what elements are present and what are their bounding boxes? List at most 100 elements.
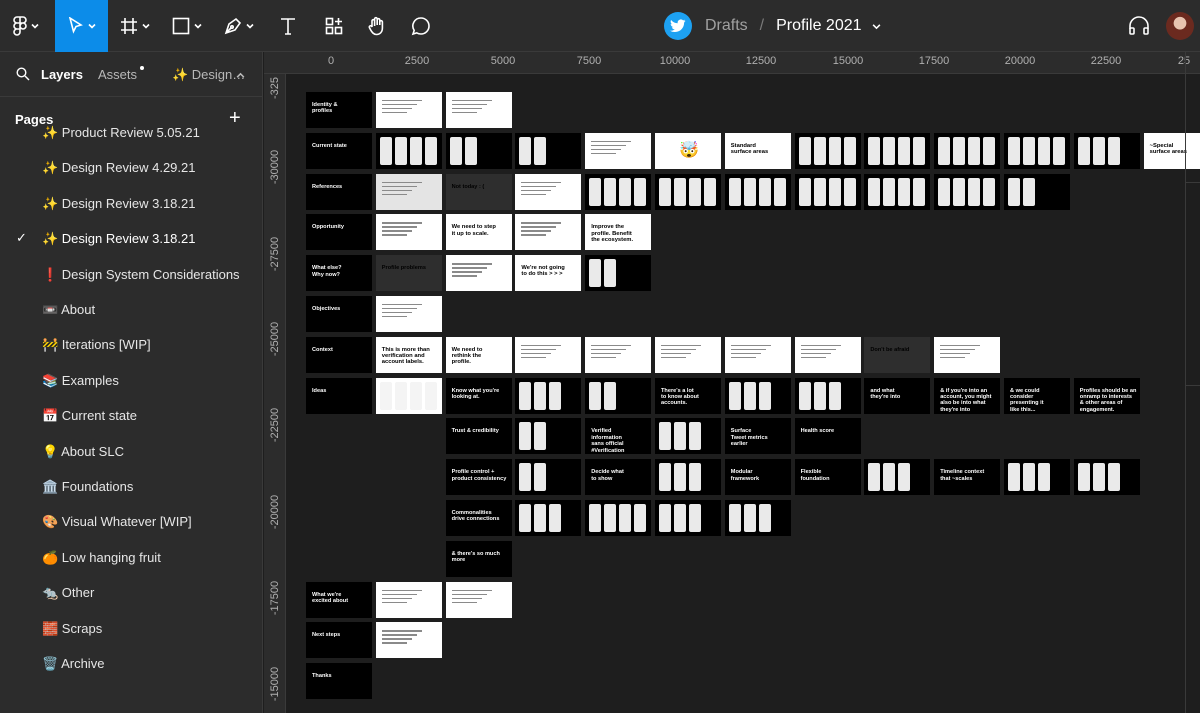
slide-frame[interactable]: We're not going to do this > > > xyxy=(515,255,582,292)
tab-layers[interactable]: Layers xyxy=(41,67,83,82)
move-tool-button[interactable] xyxy=(55,0,108,52)
slide-frame[interactable] xyxy=(794,173,861,210)
slide-frame[interactable] xyxy=(864,173,931,210)
slide-frame[interactable] xyxy=(375,377,442,414)
slide-frame[interactable] xyxy=(375,173,442,210)
slide-frame[interactable] xyxy=(1004,173,1070,210)
slide-frame[interactable]: Not today : ( xyxy=(445,173,512,210)
slide-frame[interactable]: We need to rethink the profile. xyxy=(445,336,512,373)
user-avatar[interactable] xyxy=(1166,12,1194,40)
comment-tool-button[interactable] xyxy=(402,0,440,52)
section-title-frame[interactable]: What we're excited about xyxy=(306,581,372,618)
slide-frame[interactable] xyxy=(515,500,582,536)
slide-frame[interactable]: This is more than verification and accou… xyxy=(375,336,442,373)
slide-frame[interactable] xyxy=(445,581,512,618)
slide-frame[interactable]: Verified information sans official #Veri… xyxy=(585,418,652,455)
page-item[interactable]: 📚 Examples xyxy=(0,363,262,398)
slide-frame[interactable] xyxy=(585,500,652,536)
shape-tool-button[interactable] xyxy=(164,0,210,52)
page-item[interactable]: 🗑️ Archive xyxy=(0,646,262,681)
slide-frame[interactable] xyxy=(1004,132,1070,169)
slide-frame[interactable] xyxy=(934,173,1001,210)
slide-frame[interactable]: & there's so much more xyxy=(445,540,512,577)
twitter-bird-icon[interactable] xyxy=(664,12,692,40)
slide-frame[interactable]: Standard surface areas xyxy=(724,132,791,169)
slide-frame[interactable]: and what they're into xyxy=(864,377,931,414)
slide-frame[interactable]: Improve the profile. Benefit the ecosyst… xyxy=(585,214,652,251)
slide-frame[interactable] xyxy=(934,132,1001,169)
section-title-frame[interactable]: Objectives xyxy=(306,296,372,332)
page-item[interactable]: ✨ Product Review 5.05.21 xyxy=(0,115,262,150)
text-tool-button[interactable] xyxy=(270,0,306,52)
page-item[interactable]: ✨ Design Review 4.29.21 xyxy=(0,150,262,185)
slide-frame[interactable] xyxy=(794,336,861,373)
search-icon[interactable] xyxy=(16,67,30,81)
slide-frame[interactable] xyxy=(375,132,442,169)
slide-frame[interactable] xyxy=(864,459,931,496)
page-item[interactable]: 🐀 Other xyxy=(0,575,262,610)
slide-frame[interactable]: & we could consider presenting it like t… xyxy=(1004,377,1070,414)
slide-frame[interactable] xyxy=(1004,459,1070,496)
slide-frame[interactable] xyxy=(655,418,721,455)
slide-frame[interactable]: Health score xyxy=(794,418,861,455)
slide-frame[interactable]: Flexible foundation xyxy=(794,459,861,496)
section-title-frame[interactable]: Opportunity xyxy=(306,214,372,251)
slide-frame[interactable]: & if you're into an account, you might a… xyxy=(934,377,1001,414)
page-item[interactable]: 📼 About xyxy=(0,292,262,327)
slide-frame[interactable] xyxy=(515,132,582,169)
slide-frame[interactable] xyxy=(445,132,512,169)
page-item[interactable]: 🚧 Iterations [WIP] xyxy=(0,327,262,362)
slide-frame[interactable]: Don't be afraid xyxy=(864,336,931,373)
slide-frame[interactable]: Decide what to show xyxy=(585,459,652,496)
slide-frame[interactable] xyxy=(515,377,582,414)
slide-frame[interactable] xyxy=(585,173,652,210)
slide-frame[interactable]: Profile problems xyxy=(375,255,442,292)
slide-frame[interactable] xyxy=(794,377,861,414)
resources-tool-button[interactable] xyxy=(316,0,352,52)
slide-frame[interactable]: Modular framework xyxy=(724,459,791,496)
tab-assets[interactable]: Assets xyxy=(98,67,137,82)
slide-frame[interactable] xyxy=(375,622,442,659)
slide-frame[interactable] xyxy=(515,418,582,455)
slide-frame[interactable] xyxy=(375,214,442,251)
file-name[interactable]: Profile 2021 xyxy=(776,17,861,35)
slide-frame[interactable] xyxy=(724,336,791,373)
slide-frame[interactable]: Commonalities drive connections xyxy=(445,500,512,536)
page-item[interactable]: 🧱 Scraps xyxy=(0,611,262,646)
slide-frame[interactable] xyxy=(515,459,582,496)
design-canvas[interactable]: Identity & profiles Current state 🤯 Standar… xyxy=(287,75,1200,713)
slide-frame[interactable] xyxy=(724,173,791,210)
frame-tool-button[interactable] xyxy=(112,0,158,52)
slide-frame[interactable] xyxy=(864,132,931,169)
slide-frame[interactable] xyxy=(515,173,582,210)
chevron-up-icon[interactable] xyxy=(236,71,245,80)
section-title-frame[interactable]: Current state xyxy=(306,132,372,169)
slide-frame[interactable] xyxy=(655,459,721,496)
breadcrumb-drafts-link[interactable]: Drafts xyxy=(705,17,748,35)
slide-frame[interactable] xyxy=(515,336,582,373)
slide-frame[interactable] xyxy=(934,336,1001,373)
slide-frame[interactable]: Trust & credibility xyxy=(445,418,512,455)
tab-design-library[interactable]: ✨ Design… xyxy=(172,67,245,83)
slide-frame[interactable]: Profile control + product consistency xyxy=(445,459,512,496)
section-title-frame[interactable]: Ideas xyxy=(306,377,372,414)
slide-frame[interactable] xyxy=(515,214,582,251)
hand-tool-button[interactable] xyxy=(358,0,396,52)
slide-frame[interactable] xyxy=(655,500,721,536)
page-item[interactable]: ❗ Design System Considerations xyxy=(0,257,262,292)
page-item[interactable]: 🏛️ Foundations xyxy=(0,469,262,504)
chevron-down-icon[interactable] xyxy=(872,22,881,31)
section-title-frame[interactable]: Identity & profiles xyxy=(306,92,372,128)
page-item[interactable]: ✓ ✨ Design Review 3.18.21 xyxy=(0,221,262,256)
page-item[interactable]: 🎨 Visual Whatever [WIP] xyxy=(0,504,262,539)
page-item[interactable]: ✨ Design Review 3.18.21 xyxy=(0,186,262,221)
section-title-frame[interactable]: Thanks xyxy=(306,663,372,700)
pen-tool-button[interactable] xyxy=(216,0,262,52)
slide-frame[interactable] xyxy=(655,336,721,373)
slide-frame[interactable] xyxy=(724,377,791,414)
slide-frame[interactable] xyxy=(375,581,442,618)
slide-frame[interactable]: Know what you're looking at. xyxy=(445,377,512,414)
page-item[interactable]: 💡 About SLC xyxy=(0,434,262,469)
slide-frame[interactable] xyxy=(445,255,512,292)
canvas-scroll-track[interactable] xyxy=(1185,52,1200,713)
